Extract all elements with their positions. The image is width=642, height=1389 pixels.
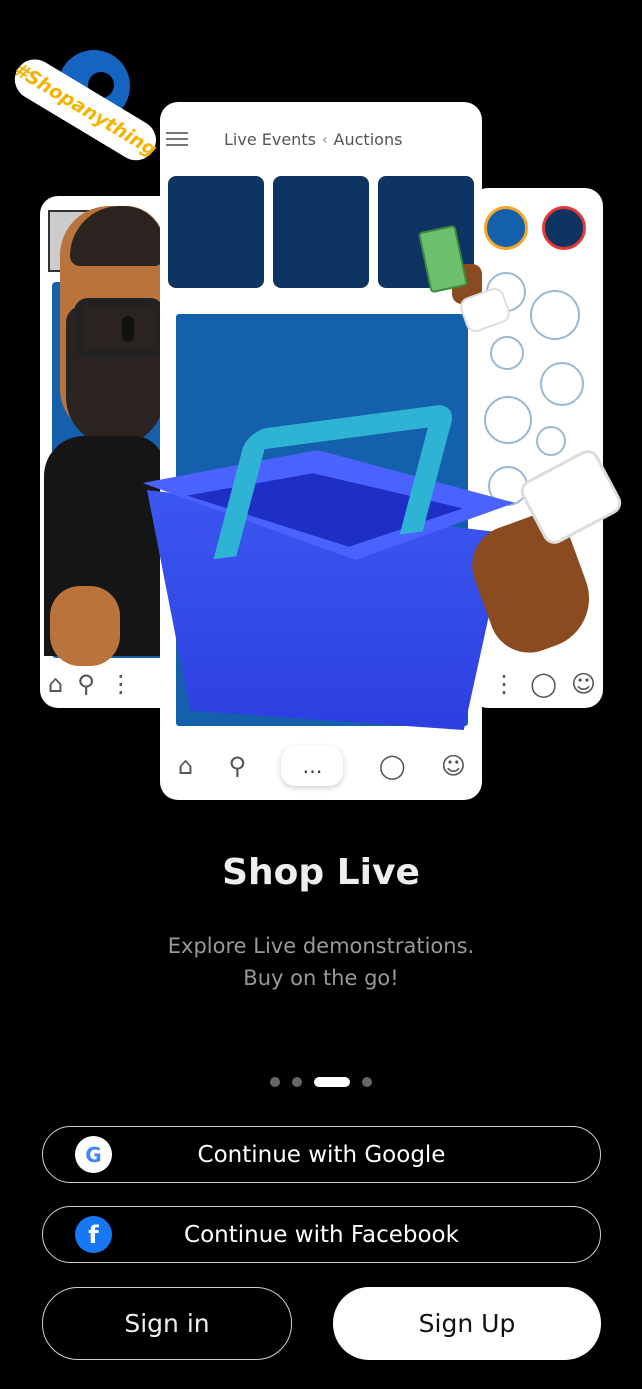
subtitle-line: Buy on the go! <box>243 966 399 990</box>
page-dot[interactable] <box>362 1077 372 1087</box>
page-indicator[interactable] <box>0 1077 642 1087</box>
facebook-icon: f <box>75 1216 112 1253</box>
sign-in-button[interactable]: Sign in <box>42 1287 292 1360</box>
shopping-basket-icon <box>135 402 520 730</box>
search-icon: ⚲ <box>77 670 95 698</box>
story-avatar <box>484 206 528 250</box>
profile-icon: ☺ <box>570 670 596 698</box>
loading-ring-icon: ◯ <box>378 752 406 780</box>
game-controller-icon: … <box>281 746 344 786</box>
game-controller-icon: ⋮ <box>108 670 133 698</box>
tab-auctions: Auctions <box>333 130 403 149</box>
tab-live-events: Live Events <box>224 130 316 149</box>
google-icon: G <box>75 1136 112 1173</box>
onboarding-subtitle: Explore Live demonstrations. Buy on the … <box>0 930 642 994</box>
hero-illustration: #Shopanything ⌂ ⚲ ⋮ ⋮ ◯ ☺ Live Events ‹ … <box>0 0 642 820</box>
event-tile <box>273 176 369 288</box>
event-tile <box>168 176 264 288</box>
page-dot[interactable] <box>270 1077 280 1087</box>
loading-ring-icon: ◯ <box>530 670 557 698</box>
page-dot-active[interactable] <box>314 1077 350 1087</box>
onboarding-title: Shop Live <box>222 852 420 893</box>
search-icon: ⚲ <box>228 752 247 780</box>
sign-up-button[interactable]: Sign Up <box>333 1287 601 1360</box>
home-icon: ⌂ <box>48 670 64 698</box>
tab-separator: ‹ <box>321 131 328 148</box>
menu-icon <box>164 128 190 150</box>
page-dot[interactable] <box>292 1077 302 1087</box>
bottom-nav: ⌂ ⚲ … ◯ ☺ <box>174 742 470 790</box>
story-avatar <box>542 206 586 250</box>
subtitle-line: Explore Live demonstrations. <box>167 934 475 958</box>
google-button-label: Continue with Google <box>197 1141 446 1168</box>
continue-with-facebook-button[interactable]: f Continue with Facebook <box>42 1206 601 1263</box>
profile-icon: ☺ <box>440 752 466 780</box>
home-icon: ⌂ <box>178 752 194 780</box>
top-tabs: Live Events ‹ Auctions <box>224 130 402 149</box>
facebook-button-label: Continue with Facebook <box>184 1221 459 1248</box>
continue-with-google-button[interactable]: G Continue with Google <box>42 1126 601 1183</box>
